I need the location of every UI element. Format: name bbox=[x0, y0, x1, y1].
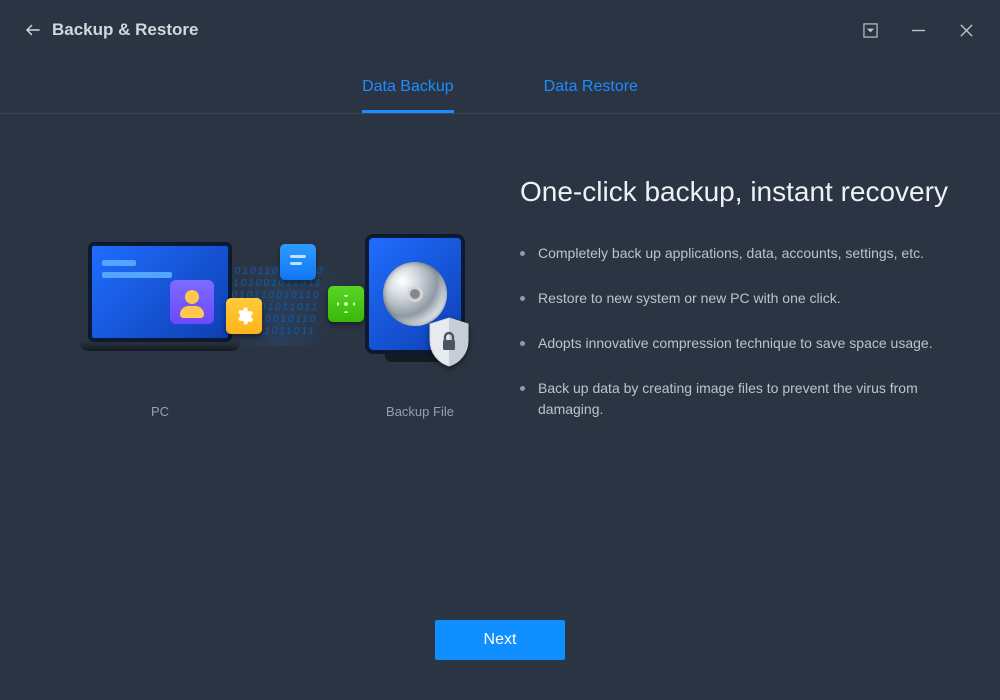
tab-data-backup[interactable]: Data Backup bbox=[362, 78, 454, 113]
window-title: Backup & Restore bbox=[52, 20, 198, 40]
tab-bar: Data Backup Data Restore bbox=[0, 60, 1000, 114]
title-bar: Backup & Restore bbox=[0, 0, 1000, 60]
feature-item: Back up data by creating image files to … bbox=[520, 378, 950, 420]
minimize-icon bbox=[911, 23, 926, 38]
close-icon bbox=[959, 23, 974, 38]
apps-tile-icon bbox=[328, 286, 364, 322]
headline: One-click backup, instant recovery bbox=[520, 174, 950, 209]
document-tile-icon bbox=[280, 244, 316, 280]
illustration-column: 0101100101101010010110110101100101101010… bbox=[60, 174, 500, 620]
feature-item: Completely back up applications, data, a… bbox=[520, 243, 950, 264]
close-button[interactable] bbox=[956, 20, 976, 40]
pc-label: PC bbox=[80, 404, 240, 419]
feature-item: Restore to new system or new PC with one… bbox=[520, 288, 950, 309]
backup-file-icon bbox=[360, 234, 470, 362]
settings-tile-icon bbox=[226, 298, 262, 334]
illustration-labels: PC Backup File bbox=[80, 404, 480, 419]
arrow-left-icon bbox=[24, 21, 42, 39]
backup-illustration: 0101100101101010010110110101100101101010… bbox=[80, 234, 480, 384]
info-panel: One-click backup, instant recovery Compl… bbox=[520, 174, 970, 620]
shield-lock-icon bbox=[426, 316, 472, 368]
app-window: Backup & Restore Data Backup Data Restor… bbox=[0, 0, 1000, 700]
window-controls bbox=[860, 20, 976, 40]
backup-file-label: Backup File bbox=[360, 404, 480, 419]
dropdown-square-icon bbox=[863, 23, 878, 38]
feature-list: Completely back up applications, data, a… bbox=[520, 243, 950, 420]
back-button[interactable] bbox=[24, 21, 42, 39]
tab-data-restore[interactable]: Data Restore bbox=[544, 78, 638, 113]
minimize-button[interactable] bbox=[908, 20, 928, 40]
dropdown-window-button[interactable] bbox=[860, 20, 880, 40]
feature-item: Adopts innovative compression technique … bbox=[520, 333, 950, 354]
next-button[interactable]: Next bbox=[435, 620, 565, 660]
main-content: 0101100101101010010110110101100101101010… bbox=[0, 114, 1000, 620]
footer: Next bbox=[0, 620, 1000, 700]
laptop-icon bbox=[80, 242, 240, 351]
